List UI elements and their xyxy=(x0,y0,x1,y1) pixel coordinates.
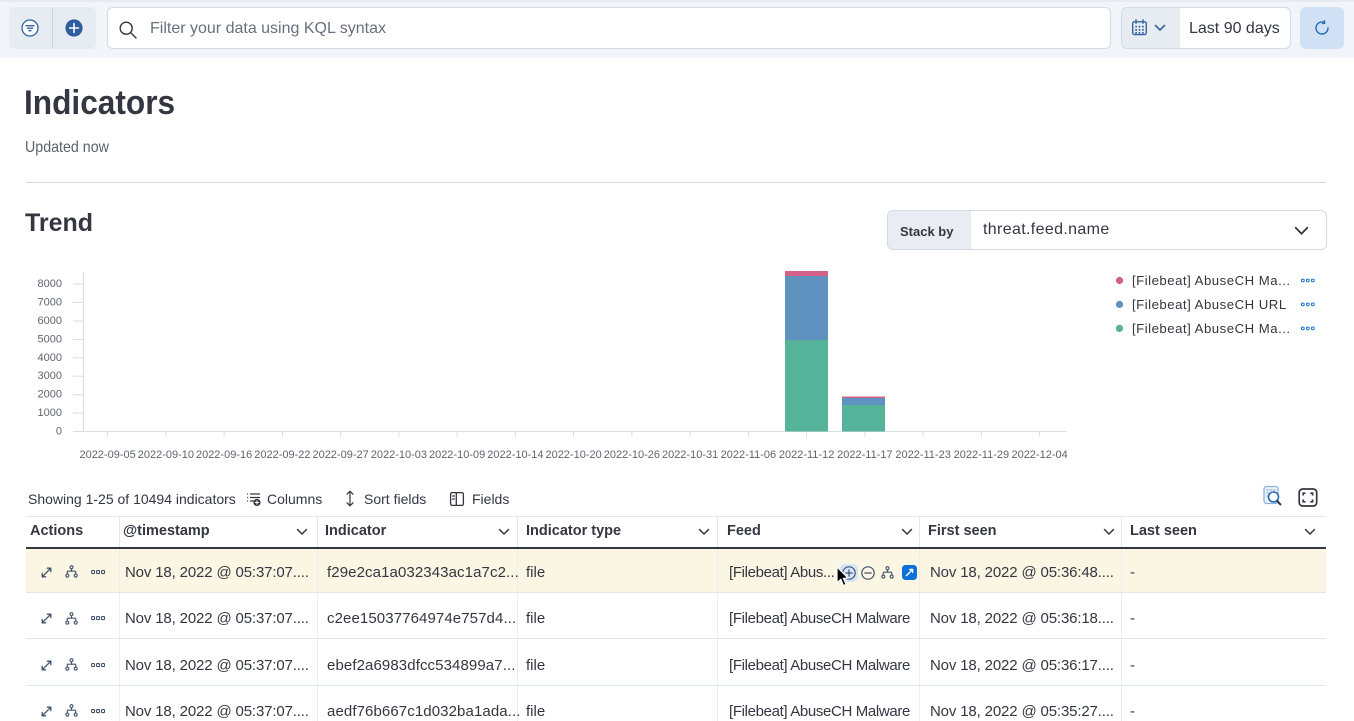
svg-text:1000: 1000 xyxy=(38,407,62,419)
svg-text:2022-10-20: 2022-10-20 xyxy=(545,449,601,461)
svg-text:2000: 2000 xyxy=(38,389,62,401)
svg-text:3000: 3000 xyxy=(38,370,62,382)
svg-text:2022-09-27: 2022-09-27 xyxy=(312,449,368,461)
svg-text:2022-11-12: 2022-11-12 xyxy=(779,449,834,461)
svg-text:6000: 6000 xyxy=(38,315,62,327)
svg-text:2022-09-10: 2022-09-10 xyxy=(138,449,194,461)
svg-text:8000: 8000 xyxy=(38,278,62,290)
svg-text:2022-11-23: 2022-11-23 xyxy=(895,449,950,461)
svg-text:2022-10-14: 2022-10-14 xyxy=(487,449,543,461)
svg-text:2022-11-29: 2022-11-29 xyxy=(954,449,1009,461)
svg-text:2022-11-06: 2022-11-06 xyxy=(721,449,776,461)
svg-text:2022-10-31: 2022-10-31 xyxy=(662,449,718,461)
svg-text:2022-12-04: 2022-12-04 xyxy=(1011,449,1067,461)
svg-text:5000: 5000 xyxy=(38,333,62,345)
svg-text:2022-10-09: 2022-10-09 xyxy=(429,449,485,461)
svg-text:2022-09-05: 2022-09-05 xyxy=(79,449,135,461)
svg-text:4000: 4000 xyxy=(38,352,62,364)
svg-text:0: 0 xyxy=(56,426,62,438)
svg-text:[Filebeat] AbuseCH Ma...: [Filebeat] AbuseCH Ma... xyxy=(1132,321,1291,336)
svg-text:2022-10-03: 2022-10-03 xyxy=(371,449,427,461)
svg-text:[Filebeat] AbuseCH Ma...: [Filebeat] AbuseCH Ma... xyxy=(1132,273,1291,288)
svg-text:[Filebeat] AbuseCH URL: [Filebeat] AbuseCH URL xyxy=(1132,297,1287,312)
svg-text:2022-11-17: 2022-11-17 xyxy=(837,449,892,461)
svg-text:2022-09-16: 2022-09-16 xyxy=(196,449,252,461)
svg-text:2022-10-26: 2022-10-26 xyxy=(604,449,660,461)
svg-text:2022-09-22: 2022-09-22 xyxy=(254,449,310,461)
svg-text:7000: 7000 xyxy=(38,297,62,309)
